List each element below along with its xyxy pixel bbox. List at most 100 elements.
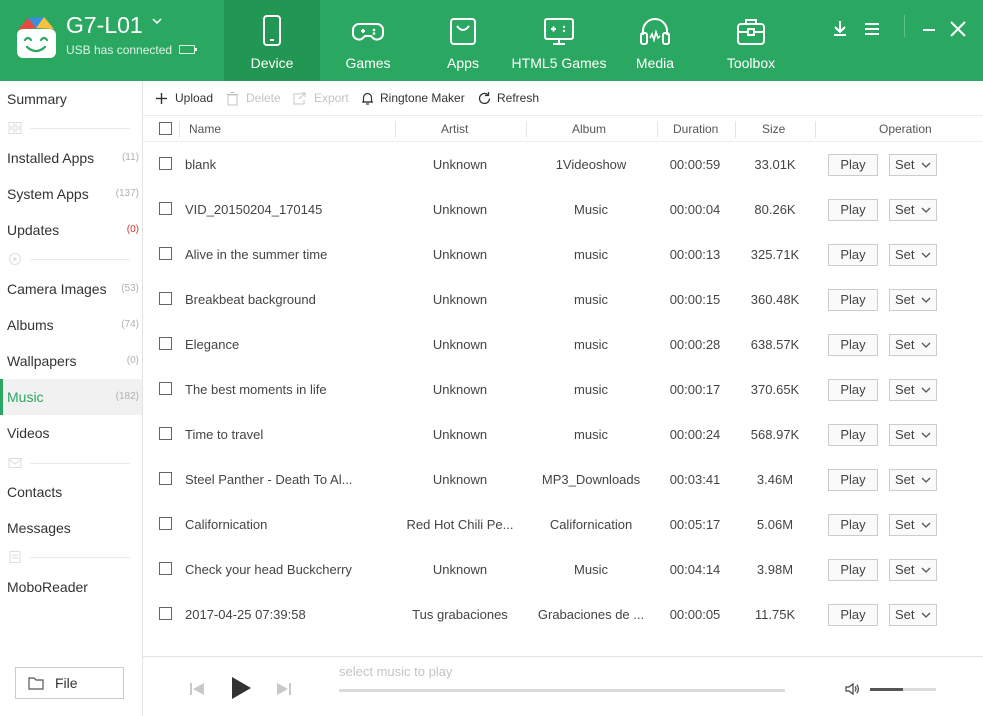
set-dropdown[interactable]: Set	[889, 424, 937, 446]
sidebar-item-messages[interactable]: Messages	[0, 510, 142, 546]
sidebar-item-wallpapers[interactable]: Wallpapers (0)	[0, 343, 142, 379]
set-dropdown[interactable]: Set	[889, 199, 937, 221]
set-dropdown[interactable]: Set	[889, 154, 937, 176]
play-icon[interactable]	[230, 676, 252, 700]
play-button[interactable]: Play	[828, 334, 878, 356]
sidebar-item-summary[interactable]: Summary	[0, 81, 142, 117]
play-button[interactable]: Play	[828, 199, 878, 221]
row-checkbox[interactable]	[159, 562, 172, 575]
set-dropdown[interactable]: Set	[889, 244, 937, 266]
table-row[interactable]: VID_20150204_170145 Unknown Music 00:00:…	[143, 187, 983, 232]
tab-device[interactable]: Device	[224, 0, 320, 81]
sidebar-item-contacts[interactable]: Contacts	[0, 474, 142, 510]
tab-media[interactable]: Media	[607, 0, 703, 81]
export-button[interactable]: Export	[292, 90, 352, 108]
column-header-size[interactable]: Size	[762, 122, 785, 136]
track-artist: Unknown	[432, 337, 488, 352]
table-row[interactable]: blank Unknown 1Videoshow 00:00:59 33.01K…	[143, 142, 983, 187]
set-label: Set	[895, 472, 915, 487]
select-all-checkbox[interactable]	[159, 122, 172, 135]
menu-icon[interactable]	[861, 18, 883, 40]
file-button[interactable]: File	[15, 667, 124, 699]
row-checkbox[interactable]	[159, 427, 172, 440]
row-checkbox[interactable]	[159, 517, 172, 530]
minimize-icon[interactable]	[918, 18, 940, 40]
column-header-duration[interactable]: Duration	[673, 122, 718, 136]
table-row[interactable]: Alive in the summer time Unknown music 0…	[143, 232, 983, 277]
previous-track-icon[interactable]	[189, 681, 205, 697]
upload-button[interactable]: Upload	[154, 90, 216, 108]
row-checkbox[interactable]	[159, 292, 172, 305]
row-checkbox[interactable]	[159, 337, 172, 350]
table-row[interactable]: 2017-04-25 07:39:58 Tus grabaciones Grab…	[143, 592, 983, 637]
sidebar-item-moboreader[interactable]: MoboReader	[0, 569, 142, 605]
tab-games[interactable]: Games	[320, 0, 416, 81]
set-dropdown[interactable]: Set	[889, 559, 937, 581]
sidebar-item-installed-apps[interactable]: Installed Apps (11)	[0, 140, 142, 176]
track-name: Steel Panther - Death To Al...	[185, 472, 353, 487]
sidebar-item-updates[interactable]: Updates (0)	[0, 212, 142, 248]
row-checkbox[interactable]	[159, 247, 172, 260]
gamepad-icon	[352, 23, 384, 41]
sidebar-item-music[interactable]: Music (182)	[0, 379, 142, 415]
set-dropdown[interactable]: Set	[889, 514, 937, 536]
track-duration: 00:00:15	[669, 292, 721, 307]
column-header-artist[interactable]: Artist	[441, 122, 468, 136]
progress-bar[interactable]	[339, 689, 785, 692]
ringtone-maker-button[interactable]: Ringtone Maker	[360, 90, 470, 108]
section-divider	[8, 122, 130, 134]
track-name: Elegance	[185, 337, 240, 352]
chevron-down-icon	[921, 207, 931, 213]
track-size: 568.97K	[750, 427, 800, 442]
row-checkbox[interactable]	[159, 472, 172, 485]
download-icon[interactable]	[829, 18, 851, 40]
table-row[interactable]: Breakbeat background Unknown music 00:00…	[143, 277, 983, 322]
tab-toolbox[interactable]: Toolbox	[703, 0, 799, 81]
set-dropdown[interactable]: Set	[889, 604, 937, 626]
play-button[interactable]: Play	[828, 469, 878, 491]
play-button[interactable]: Play	[828, 379, 878, 401]
play-button[interactable]: Play	[828, 289, 878, 311]
table-row[interactable]: Elegance Unknown music 00:00:28 638.57K …	[143, 322, 983, 367]
refresh-button[interactable]: Refresh	[477, 90, 543, 108]
play-button[interactable]: Play	[828, 559, 878, 581]
set-dropdown[interactable]: Set	[889, 334, 937, 356]
table-row[interactable]: Check your head Buckcherry Unknown Music…	[143, 547, 983, 592]
tab-html5-games[interactable]: HTML5 Games	[511, 0, 607, 81]
play-button[interactable]: Play	[828, 424, 878, 446]
sidebar-item-system-apps[interactable]: System Apps (137)	[0, 176, 142, 212]
delete-button[interactable]: Delete	[225, 90, 283, 108]
row-checkbox[interactable]	[159, 382, 172, 395]
volume-icon[interactable]	[844, 681, 860, 697]
table-row[interactable]: Time to travel Unknown music 00:00:24 56…	[143, 412, 983, 457]
table-row[interactable]: Californication Red Hot Chili Pe... Cali…	[143, 502, 983, 547]
close-icon[interactable]	[947, 18, 969, 40]
sidebar-item-albums[interactable]: Albums (74)	[0, 307, 142, 343]
tab-apps[interactable]: Apps	[415, 0, 511, 81]
sidebar-item-camera-images[interactable]: Camera Images (53)	[0, 271, 142, 307]
track-album: music	[574, 382, 608, 397]
next-track-icon[interactable]	[276, 681, 292, 697]
row-checkbox[interactable]	[159, 607, 172, 620]
column-header-name[interactable]: Name	[189, 122, 221, 136]
sidebar-item-videos[interactable]: Videos	[0, 415, 142, 451]
column-header-album[interactable]: Album	[572, 122, 606, 136]
play-button[interactable]: Play	[828, 244, 878, 266]
play-button[interactable]: Play	[828, 604, 878, 626]
table-row[interactable]: Steel Panther - Death To Al... Unknown M…	[143, 457, 983, 502]
track-name: Californication	[185, 517, 268, 532]
device-info[interactable]: G7-L01 USB has connected	[0, 0, 224, 81]
set-dropdown[interactable]: Set	[889, 379, 937, 401]
play-button[interactable]: Play	[828, 154, 878, 176]
chevron-down-icon	[921, 522, 931, 528]
table-row[interactable]: The best moments in life Unknown music 0…	[143, 367, 983, 412]
set-dropdown[interactable]: Set	[889, 469, 937, 491]
play-button[interactable]: Play	[828, 514, 878, 536]
set-dropdown[interactable]: Set	[889, 289, 937, 311]
chevron-down-icon	[921, 162, 931, 168]
volume-slider[interactable]	[870, 688, 936, 691]
row-checkbox[interactable]	[159, 157, 172, 170]
folder-icon	[28, 677, 44, 690]
chevron-down-icon[interactable]	[152, 18, 162, 24]
row-checkbox[interactable]	[159, 202, 172, 215]
